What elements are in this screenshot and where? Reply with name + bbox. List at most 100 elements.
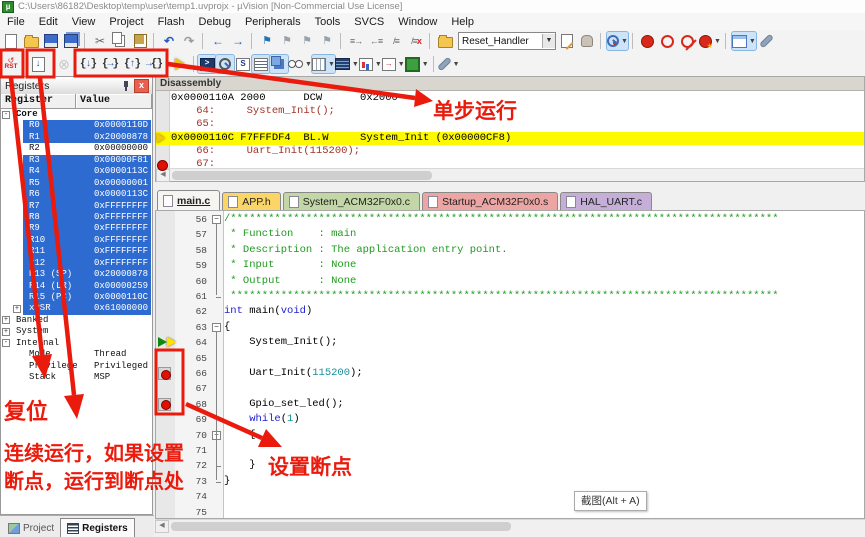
- code-line[interactable]: int main(void): [224, 304, 312, 319]
- registers-tree[interactable]: -CoreR00x0000110DR10x20000878R20x0000000…: [1, 109, 152, 514]
- disassembly-code[interactable]: 0x0000110A 2000 DCW 0x2000 64: System_In…: [156, 92, 864, 172]
- indent-icon[interactable]: ≡→: [347, 32, 365, 50]
- disassembly-line[interactable]: 66: Uart_Init(115200);: [156, 145, 864, 158]
- paste-icon[interactable]: [131, 32, 149, 50]
- register-row-r9[interactable]: R90xFFFFFFFF: [1, 223, 152, 234]
- register-row-r8[interactable]: R80xFFFFFFFF: [1, 212, 152, 223]
- code-line[interactable]: }: [224, 474, 230, 489]
- breakpoint-icon[interactable]: [161, 400, 171, 410]
- menu-debug[interactable]: Debug: [192, 16, 238, 28]
- register-row-mode[interactable]: ModeThread: [1, 349, 152, 360]
- open-file-icon[interactable]: [22, 32, 40, 50]
- editor-tab-system-acm32f0x0-c[interactable]: System_ACM32F0x0.c: [283, 192, 420, 210]
- system-viewer-icon[interactable]: ▼: [405, 55, 429, 73]
- save-icon[interactable]: [42, 32, 60, 50]
- function-combo[interactable]: Reset_Handler▼: [458, 32, 556, 50]
- register-row-r12[interactable]: R120xFFFFFFFF: [1, 258, 152, 269]
- stop-icon[interactable]: ⊗: [55, 55, 73, 73]
- code-line[interactable]: * Function : main: [224, 227, 356, 242]
- menu-tools[interactable]: Tools: [308, 16, 348, 28]
- menu-flash[interactable]: Flash: [151, 16, 192, 28]
- options-for-target-icon[interactable]: [436, 32, 454, 50]
- editor-hscrollbar[interactable]: ◀: [155, 519, 865, 532]
- register-row-r15-pc[interactable]: R15 (PC)0x0000110C: [1, 292, 152, 303]
- copy-icon[interactable]: [111, 32, 129, 50]
- register-row-core[interactable]: -Core: [1, 109, 152, 120]
- watch-window-icon[interactable]: ▼: [288, 55, 312, 73]
- command-window-icon[interactable]: >: [198, 55, 216, 73]
- menu-svcs[interactable]: SVCS: [347, 16, 391, 28]
- find-in-files-icon[interactable]: ▼: [607, 32, 628, 50]
- save-all-icon[interactable]: [62, 32, 80, 50]
- undo-icon[interactable]: ↶: [160, 32, 178, 50]
- disable-all-breakpoints-icon[interactable]: [679, 32, 697, 50]
- code-line[interactable]: System_Init();: [224, 335, 337, 350]
- tree-expander-icon[interactable]: +: [2, 328, 10, 336]
- code-editor[interactable]: 56/*************************************…: [155, 210, 865, 519]
- analysis-window-icon[interactable]: ▼: [359, 55, 382, 73]
- disassembly-window-icon[interactable]: [216, 55, 234, 73]
- close-icon[interactable]: x: [134, 79, 149, 93]
- menu-window[interactable]: Window: [391, 16, 444, 28]
- register-row-r11[interactable]: R110xFFFFFFFF: [1, 246, 152, 257]
- toggle-breakpoint-icon[interactable]: [639, 32, 657, 50]
- bookmark-next-icon[interactable]: ⚑: [298, 32, 316, 50]
- step-over-icon[interactable]: {→}: [101, 55, 119, 73]
- menu-help[interactable]: Help: [444, 16, 481, 28]
- memory-window-icon[interactable]: ▼: [312, 55, 335, 73]
- cut-icon[interactable]: ✂: [91, 32, 109, 50]
- new-file-icon[interactable]: [2, 32, 20, 50]
- code-line[interactable]: /***************************************…: [224, 212, 779, 227]
- serial-window-icon[interactable]: ▼: [335, 55, 359, 73]
- register-row-r13-sp[interactable]: R13 (SP)0x20000878: [1, 269, 152, 280]
- code-line[interactable]: ****************************************…: [224, 289, 779, 304]
- code-line[interactable]: while(1): [224, 412, 300, 427]
- register-row-r3[interactable]: R30x00000F81: [1, 155, 152, 166]
- breakpoint-margin[interactable]: [156, 211, 175, 518]
- reset-cpu-icon[interactable]: ↺RST: [2, 55, 20, 73]
- editor-tab-app-h[interactable]: APP.h: [222, 192, 280, 210]
- bookmark-prev-icon[interactable]: ⚑: [278, 32, 296, 50]
- disassembly-line[interactable]: 64: System_Init();: [156, 105, 864, 118]
- run-icon[interactable]: ↓: [29, 55, 47, 73]
- code-line[interactable]: Gpio_set_led();: [224, 397, 344, 412]
- bookmark-toggle-icon[interactable]: ⚑: [258, 32, 276, 50]
- register-row-r1[interactable]: R10x20000878: [1, 132, 152, 143]
- step-out-icon[interactable]: {↑}: [123, 55, 141, 73]
- enable-disable-breakpoint-icon[interactable]: [659, 32, 677, 50]
- breakpoint-icon[interactable]: [161, 370, 171, 380]
- code-line[interactable]: {: [224, 320, 230, 335]
- code-line[interactable]: * Description : The application entry po…: [224, 243, 508, 258]
- comment-selection-icon[interactable]: /≡: [387, 32, 405, 50]
- edit-document-icon[interactable]: [558, 32, 576, 50]
- register-row-xpsr[interactable]: +xPSR0x61000000: [1, 303, 152, 314]
- bookmark-clear-all-icon[interactable]: ⚑: [318, 32, 336, 50]
- disassembly-hscrollbar[interactable]: ◀: [156, 168, 864, 181]
- debug-toolbox-icon[interactable]: ▼: [438, 55, 460, 73]
- disassembly-line[interactable]: 0x0000110A 2000 DCW 0x2000: [156, 92, 864, 105]
- register-row-r2[interactable]: R20x00000000: [1, 143, 152, 154]
- symbols-window-icon[interactable]: S: [234, 55, 252, 73]
- register-row-system[interactable]: +System: [1, 326, 152, 337]
- tree-expander-icon[interactable]: +: [2, 316, 10, 324]
- code-line[interactable]: }: [224, 458, 256, 473]
- menu-project[interactable]: Project: [102, 16, 150, 28]
- window-layout-icon[interactable]: ▼: [732, 32, 756, 50]
- register-row-privilege[interactable]: PrivilegePrivileged: [1, 361, 152, 372]
- scrollbar-thumb[interactable]: [171, 522, 511, 531]
- register-row-r14-lr[interactable]: R14 (LR)0x00000259: [1, 281, 152, 292]
- register-row-r5[interactable]: R50x00000001: [1, 178, 152, 189]
- fold-gutter[interactable]: [211, 211, 224, 518]
- kill-all-breakpoints-icon[interactable]: ▼: [699, 32, 721, 50]
- navigate-forward-icon[interactable]: →: [229, 32, 247, 50]
- editor-tab-startup-acm32f0x0-s[interactable]: Startup_ACM32F0x0.s: [422, 192, 558, 210]
- register-row-r7[interactable]: R70xFFFFFFFF: [1, 201, 152, 212]
- code-line[interactable]: {: [224, 428, 256, 443]
- register-row-internal[interactable]: -Internal: [1, 338, 152, 349]
- tab-registers[interactable]: Registers: [60, 518, 135, 537]
- register-row-r0[interactable]: R00x0000110D: [1, 120, 152, 131]
- scrollbar-thumb[interactable]: [172, 171, 432, 180]
- run-to-cursor-icon[interactable]: →{}: [145, 55, 163, 73]
- register-row-r4[interactable]: R40x0000113C: [1, 166, 152, 177]
- navigate-back-icon[interactable]: ←: [209, 32, 227, 50]
